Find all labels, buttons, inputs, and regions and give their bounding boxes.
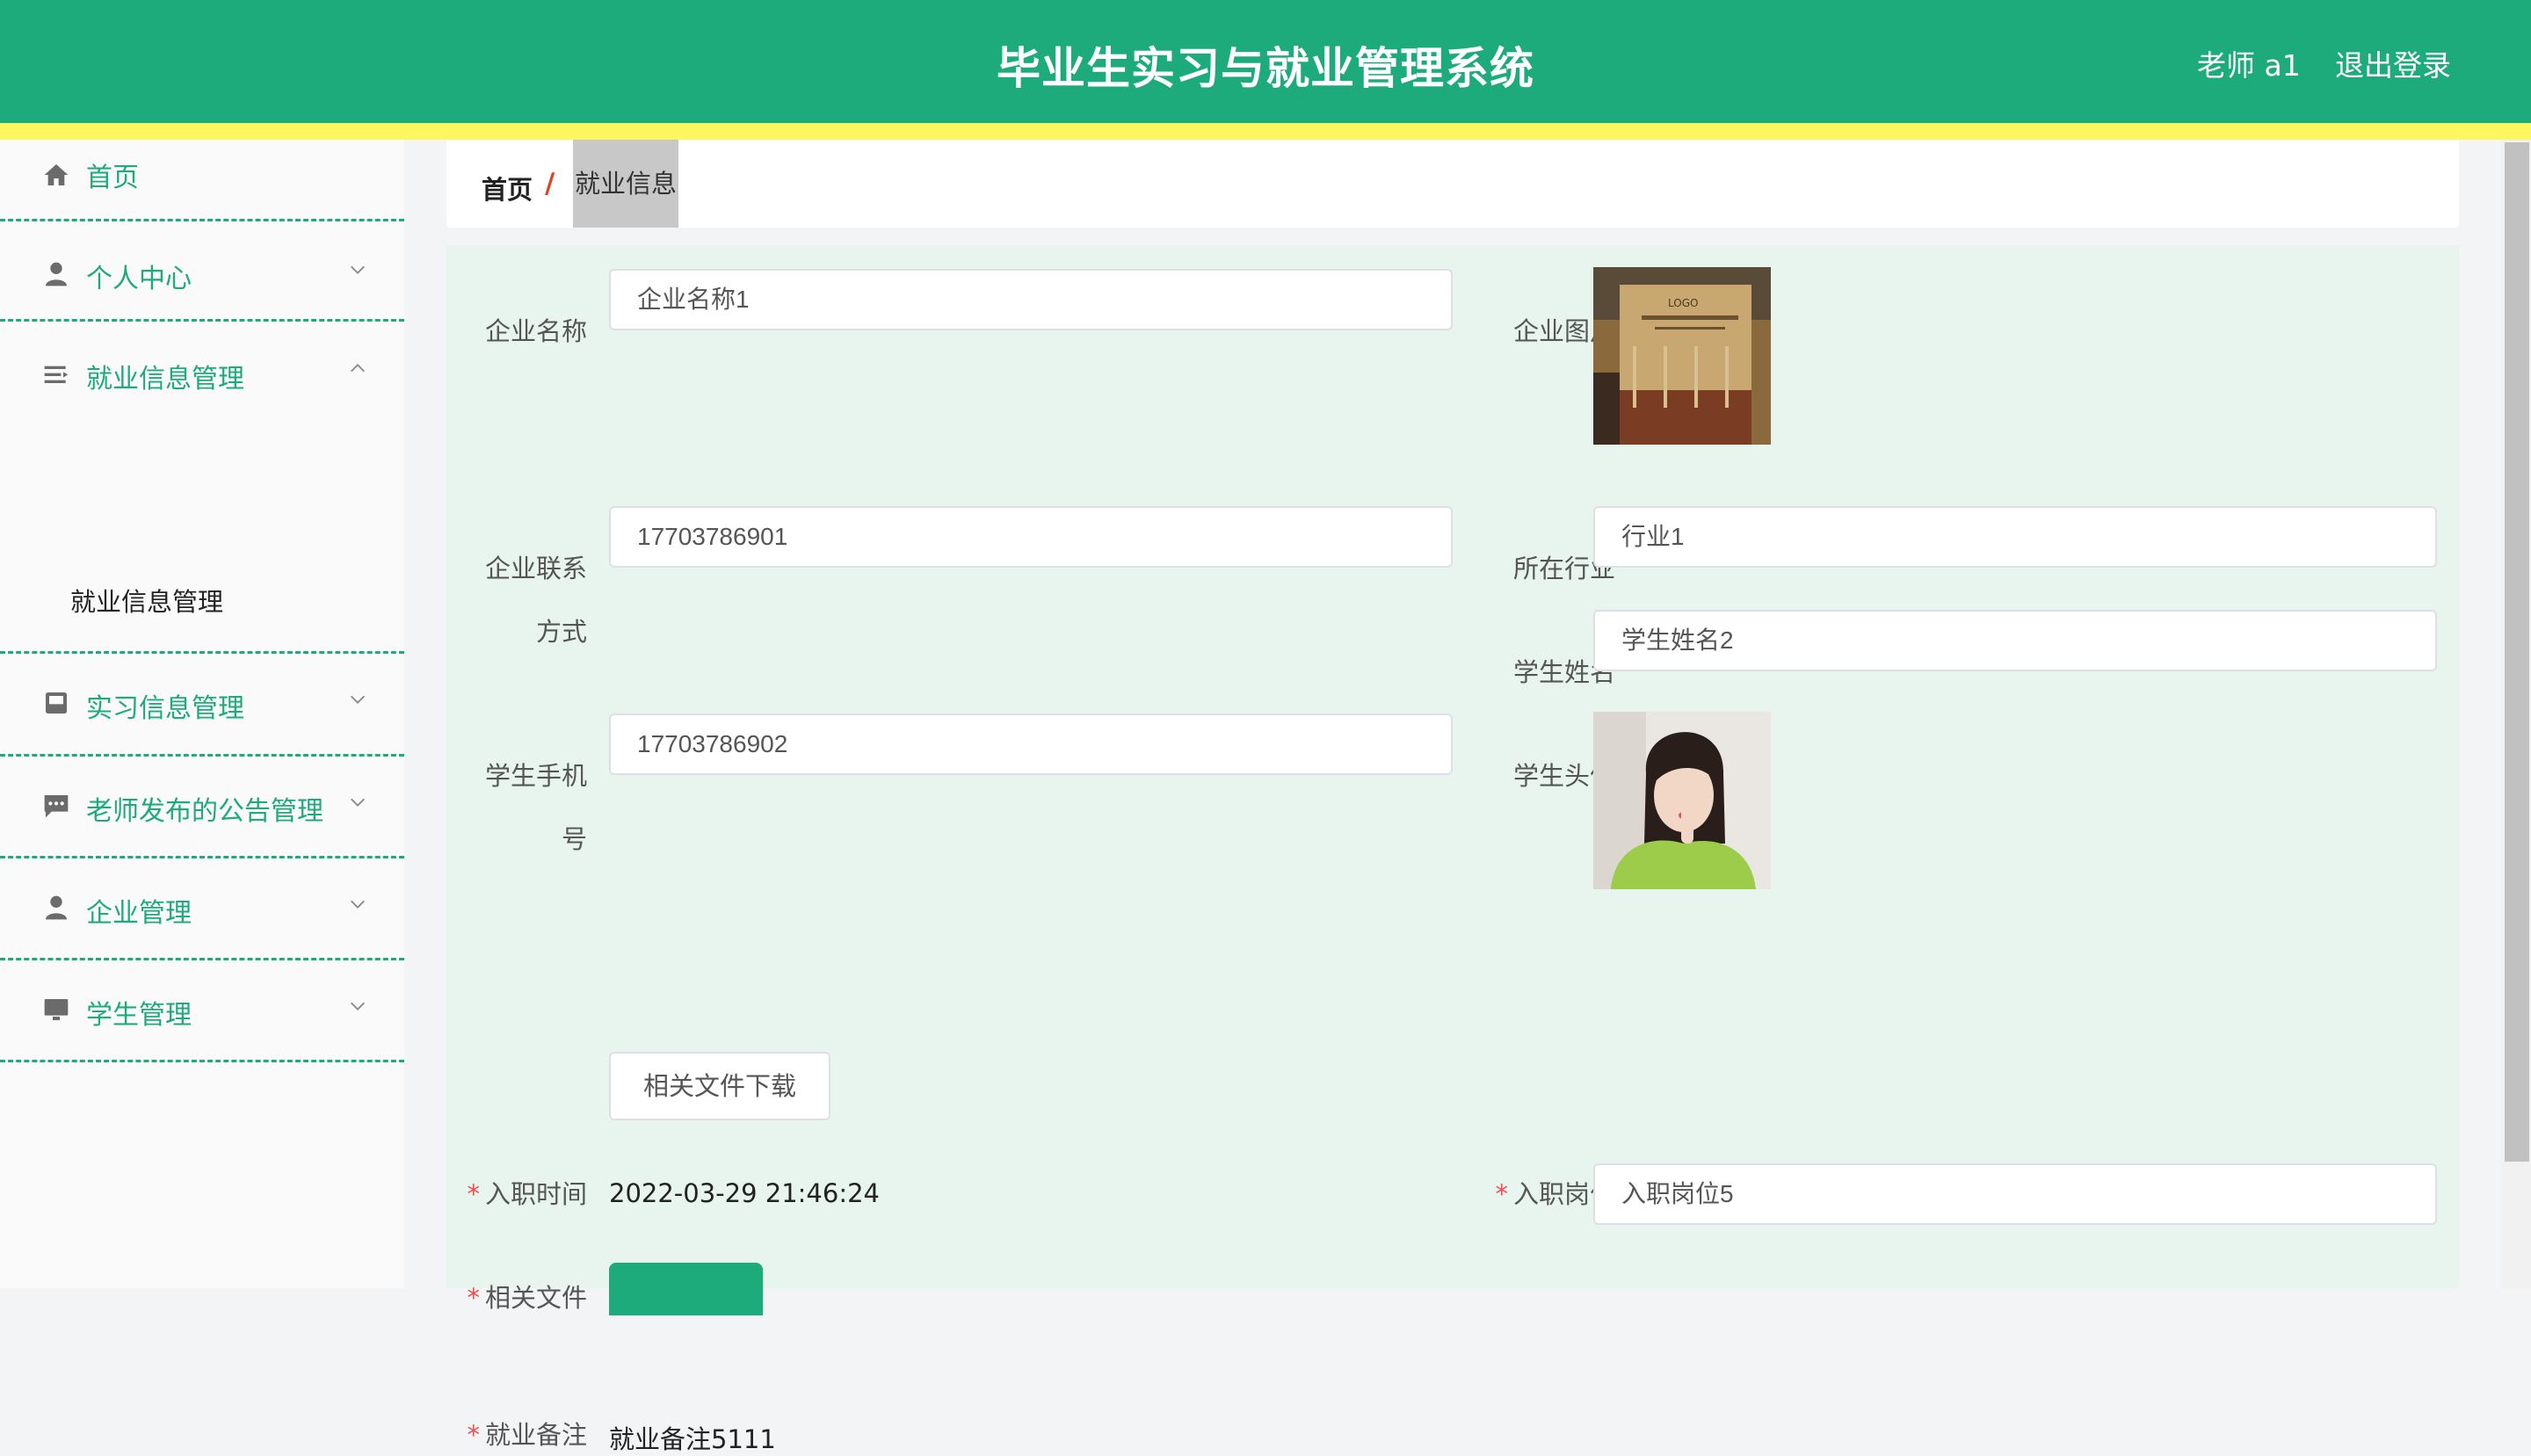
industry-field[interactable]: 行业1 <box>1593 506 2437 568</box>
header-accent-strip <box>0 123 2531 140</box>
position-field[interactable]: 入职岗位5 <box>1593 1163 2437 1225</box>
logout-link[interactable]: 退出登录 <box>2335 42 2451 84</box>
hire-time-label: * 入职时间 <box>467 1179 587 1209</box>
student-name-field[interactable]: 学生姓名2 <box>1593 610 2437 671</box>
sidebar-subitem-label: 就业信息管理 <box>70 587 224 617</box>
home-icon <box>42 161 70 189</box>
sidebar-item-label: 就业信息管理 <box>86 364 244 395</box>
position-label: * 入职岗位 <box>1495 1179 1615 1209</box>
sidebar: 首页 个人中心 就业信息管理 就业信息管理 实习信息管理 老师发布的公告管理 企… <box>0 140 404 1288</box>
sidebar-item-announcements[interactable]: 老师发布的公告管理 <box>0 757 404 858</box>
required-mark: * <box>1495 1179 1508 1209</box>
student-avatar-image <box>1593 712 1771 889</box>
files-label: * 相关文件 <box>467 1283 587 1313</box>
required-mark: * <box>467 1420 480 1450</box>
download-files-button[interactable]: 相关文件下载 <box>609 1052 830 1120</box>
sidebar-subitem-employment-management[interactable]: 就业信息管理 <box>0 534 404 654</box>
chevron-up-icon <box>348 359 367 378</box>
remark-label: * 就业备注 <box>467 1420 587 1450</box>
sidebar-item-label: 企业管理 <box>86 898 192 929</box>
chat-icon <box>42 792 70 820</box>
submit-button[interactable] <box>609 1263 763 1315</box>
person-icon <box>42 260 70 288</box>
sidebar-item-students[interactable]: 学生管理 <box>0 960 404 1062</box>
company-name-field[interactable]: 企业名称1 <box>609 269 1453 330</box>
company-contact-label: 企业联系 方式 <box>484 554 587 647</box>
inbox-icon <box>42 689 70 717</box>
breadcrumb: 首页 / 就业信息 <box>446 140 2459 228</box>
required-mark: * <box>467 1179 480 1209</box>
student-phone-label: 学生手机 号 <box>484 761 587 854</box>
svg-text:LOGO: LOGO <box>1668 297 1698 309</box>
required-mark: * <box>467 1283 480 1313</box>
list-icon <box>42 360 70 388</box>
company-image: LOGO <box>1593 267 1771 445</box>
person-icon <box>42 894 70 922</box>
sidebar-item-internship[interactable]: 实习信息管理 <box>0 654 404 757</box>
sidebar-item-home[interactable]: 首页 <box>0 140 404 221</box>
sidebar-item-personal-center[interactable]: 个人中心 <box>0 221 404 322</box>
employment-detail-form: 企业名称 企业名称1 企业图片 LOGO 企业联系 方式 17703786901… <box>446 245 2459 1454</box>
sidebar-item-label: 老师发布的公告管理 <box>86 796 323 827</box>
scrollbar-thumb[interactable] <box>2505 142 2529 1162</box>
sidebar-item-label: 首页 <box>86 163 139 193</box>
chevron-down-icon <box>348 260 367 279</box>
app-title: 毕业生实习与就业管理系统 <box>997 43 1534 94</box>
hire-time-value: 2022-03-29 21:46:24 <box>609 1178 880 1208</box>
chevron-down-icon <box>348 793 367 812</box>
company-contact-field[interactable]: 17703786901 <box>609 506 1453 568</box>
sidebar-item-employment[interactable]: 就业信息管理 <box>0 322 404 534</box>
breadcrumb-separator: / <box>545 168 555 199</box>
chevron-down-icon <box>348 996 367 1016</box>
sidebar-item-label: 学生管理 <box>86 1000 192 1031</box>
chevron-down-icon <box>348 690 367 709</box>
chevron-down-icon <box>348 895 367 914</box>
sidebar-item-label: 实习信息管理 <box>86 693 244 724</box>
top-header: 毕业生实习与就业管理系统 老师 a1 退出登录 <box>0 0 2531 123</box>
sidebar-item-label: 个人中心 <box>86 264 192 294</box>
current-user-label: 老师 a1 <box>2197 48 2301 83</box>
student-phone-field[interactable]: 17703786902 <box>609 714 1453 775</box>
company-name-label: 企业名称 <box>484 316 587 346</box>
monitor-icon <box>42 996 70 1024</box>
breadcrumb-home-link[interactable]: 首页 <box>482 170 533 206</box>
sidebar-item-enterprise[interactable]: 企业管理 <box>0 858 404 960</box>
remark-value: 就业备注5111 <box>609 1424 776 1454</box>
breadcrumb-current: 就业信息 <box>573 140 679 228</box>
